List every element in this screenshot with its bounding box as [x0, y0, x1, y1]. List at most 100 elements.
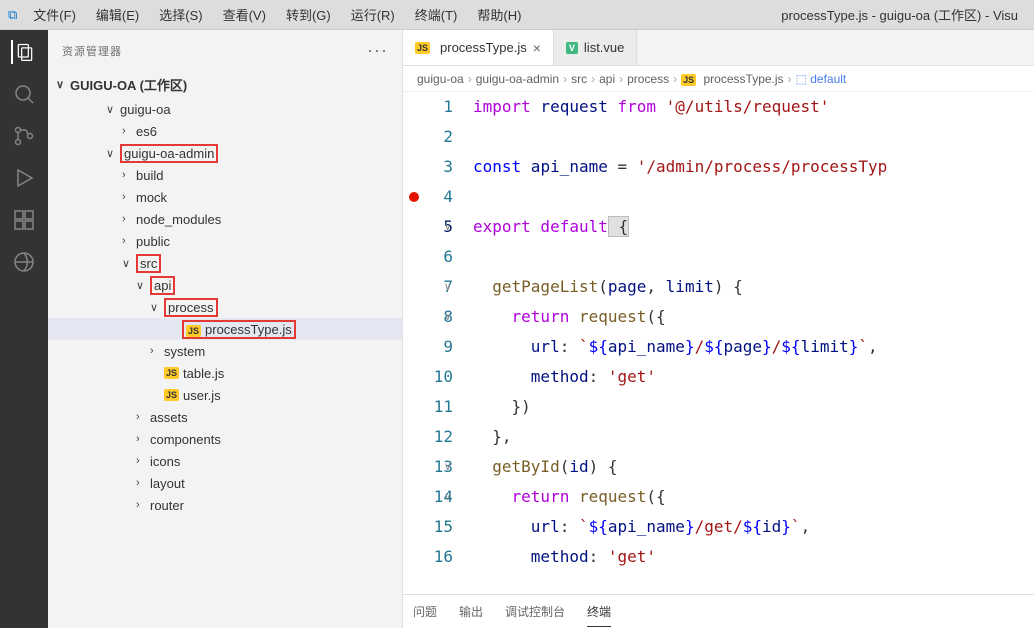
more-icon[interactable]: ··· — [367, 40, 388, 61]
tree-label: es6 — [136, 124, 157, 139]
tree-item[interactable]: ›build — [48, 164, 402, 186]
tree-item[interactable]: ∨guigu-oa — [48, 98, 402, 120]
menu-item[interactable]: 文件(F) — [23, 1, 86, 28]
breakpoint-icon[interactable] — [409, 192, 419, 202]
activitybar — [0, 30, 48, 628]
breadcrumb-item[interactable]: process — [627, 72, 669, 86]
breadcrumb[interactable]: guigu-oa›guigu-oa-admin›src›api›process›… — [403, 66, 1034, 92]
js-icon: JS — [186, 325, 201, 337]
code-editor[interactable]: 12345∨67∨8∨910111213∨14∨1516 import requ… — [403, 92, 1034, 594]
editor-tabs: JS processType.js × Vlist.vue — [403, 30, 1034, 66]
explorer-icon[interactable] — [11, 40, 35, 64]
tab-label: list.vue — [584, 40, 624, 55]
menu-item[interactable]: 帮助(H) — [467, 1, 531, 28]
tree-label: guigu-oa — [120, 102, 171, 117]
window-title: processType.js - guigu-oa (工作区) - Visu — [781, 5, 1026, 24]
tree-label: guigu-oa-admin — [124, 146, 214, 161]
tree-label: src — [140, 256, 157, 271]
tree-label: layout — [150, 476, 185, 491]
bottom-panel: 问题输出调试控制台终端 — [403, 594, 1034, 628]
code-line[interactable] — [473, 182, 1034, 212]
tab-label: processType.js — [440, 40, 527, 55]
editor-tab[interactable]: JS processType.js × — [403, 30, 554, 65]
js-icon: JS — [415, 42, 430, 54]
tree-item[interactable]: ›es6 — [48, 120, 402, 142]
code-line[interactable]: }) — [473, 392, 1034, 422]
extensions-icon[interactable] — [12, 208, 36, 232]
menu-item[interactable]: 查看(V) — [213, 1, 276, 28]
tree-item[interactable]: ›assets — [48, 406, 402, 428]
menu-item[interactable]: 编辑(E) — [86, 1, 149, 28]
remote-icon[interactable] — [12, 250, 36, 274]
source-control-icon[interactable] — [12, 124, 36, 148]
tree-label: assets — [150, 410, 188, 425]
tree-label: build — [136, 168, 163, 183]
breadcrumb-item[interactable]: src — [571, 72, 587, 86]
editor-tab[interactable]: Vlist.vue — [554, 30, 637, 65]
menu-item[interactable]: 终端(T) — [405, 1, 468, 28]
code-line[interactable]: url: `${api_name}/${page}/${limit}`, — [473, 332, 1034, 362]
code-line[interactable]: return request({ — [473, 482, 1034, 512]
js-icon: JS — [164, 367, 179, 379]
panel-tab[interactable]: 问题 — [413, 597, 437, 626]
code-line[interactable]: return request({ — [473, 302, 1034, 332]
code-line[interactable]: method: 'get' — [473, 362, 1034, 392]
tree-item[interactable]: ∨process — [48, 296, 402, 318]
tree-item[interactable]: ›mock — [48, 186, 402, 208]
vue-icon: V — [566, 42, 578, 54]
breadcrumb-item[interactable]: api — [599, 72, 615, 86]
tree-item[interactable]: ∨guigu-oa-admin — [48, 142, 402, 164]
code-line[interactable]: url: `${api_name}/get/${id}`, — [473, 512, 1034, 542]
tree-label: public — [136, 234, 170, 249]
code-line[interactable] — [473, 242, 1034, 272]
menu-item[interactable]: 转到(G) — [276, 1, 341, 28]
tree-label: mock — [136, 190, 167, 205]
tree-item[interactable]: ›public — [48, 230, 402, 252]
code-line[interactable]: import request from '@/utils/request' — [473, 92, 1034, 122]
tree-label: icons — [150, 454, 180, 469]
tree-item[interactable]: ›components — [48, 428, 402, 450]
panel-tab[interactable]: 调试控制台 — [505, 597, 565, 626]
code-line[interactable]: }, — [473, 422, 1034, 452]
panel-tab[interactable]: 终端 — [587, 597, 611, 627]
tree-item[interactable]: ∨api — [48, 274, 402, 296]
tree-label: router — [150, 498, 184, 513]
tree-item[interactable]: JSprocessType.js — [48, 318, 402, 340]
tree-item[interactable]: ›layout — [48, 472, 402, 494]
breadcrumb-item[interactable]: ⬚ default — [796, 72, 847, 86]
debug-icon[interactable] — [12, 166, 36, 190]
menubar: ⧉ 文件(F)编辑(E)选择(S)查看(V)转到(G)运行(R)终端(T)帮助(… — [0, 0, 1034, 30]
tree-item[interactable]: ›router — [48, 494, 402, 516]
js-icon: JS — [681, 74, 696, 86]
tree-label: components — [150, 432, 221, 447]
tree-label: node_modules — [136, 212, 221, 227]
tree-item[interactable]: ∨src — [48, 252, 402, 274]
sidebar: 资源管理器 ··· ∨ GUIGU-OA (工作区) ∨guigu-oa›es6… — [48, 30, 403, 628]
code-line[interactable]: export default { — [473, 212, 1034, 242]
explorer-title: 资源管理器 — [62, 43, 122, 59]
tree-item[interactable]: JSuser.js — [48, 384, 402, 406]
workspace-root[interactable]: ∨ GUIGU-OA (工作区) — [48, 71, 402, 98]
code-line[interactable] — [473, 122, 1034, 152]
workspace-label: GUIGU-OA (工作区) — [70, 75, 187, 94]
breadcrumb-item[interactable]: JS processType.js — [681, 72, 783, 86]
tree-label: user.js — [183, 388, 221, 403]
breadcrumb-item[interactable]: guigu-oa — [417, 72, 464, 86]
tree-item[interactable]: ›icons — [48, 450, 402, 472]
search-icon[interactable] — [12, 82, 36, 106]
code-line[interactable]: const api_name = '/admin/process/process… — [473, 152, 1034, 182]
tree-label: process — [168, 300, 214, 315]
tree-label: system — [164, 344, 205, 359]
menu-item[interactable]: 选择(S) — [149, 1, 212, 28]
menu-item[interactable]: 运行(R) — [341, 1, 405, 28]
close-icon[interactable]: × — [533, 40, 541, 56]
breadcrumb-item[interactable]: guigu-oa-admin — [476, 72, 559, 86]
panel-tab[interactable]: 输出 — [459, 597, 483, 626]
tree-item[interactable]: ›node_modules — [48, 208, 402, 230]
tree-label: api — [154, 278, 171, 293]
code-line[interactable]: getPageList(page, limit) { — [473, 272, 1034, 302]
code-line[interactable]: method: 'get' — [473, 542, 1034, 572]
code-line[interactable]: getById(id) { — [473, 452, 1034, 482]
tree-item[interactable]: ›system — [48, 340, 402, 362]
tree-item[interactable]: JStable.js — [48, 362, 402, 384]
